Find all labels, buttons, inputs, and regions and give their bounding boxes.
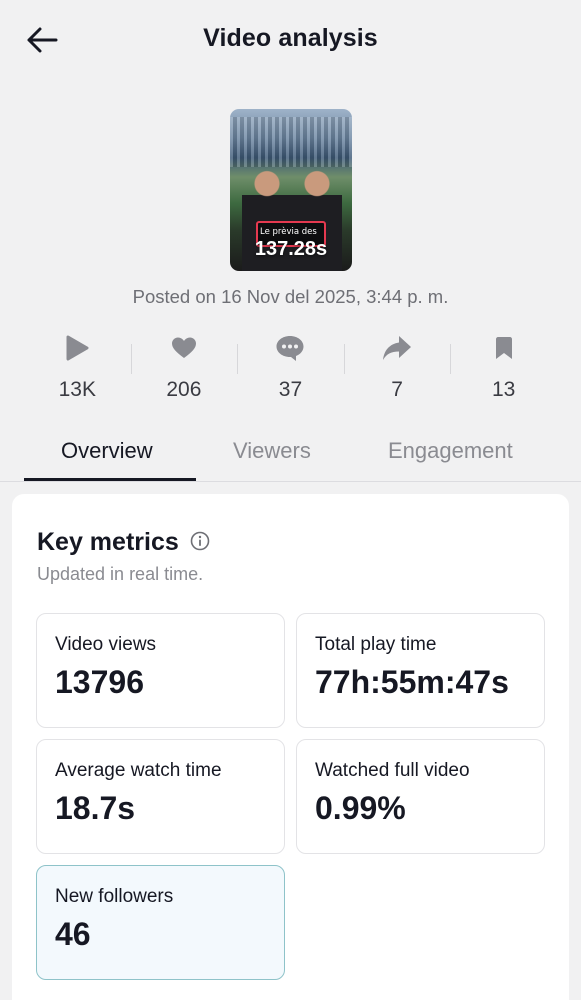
video-duration: 137.28s (254, 238, 328, 260)
heart-icon (171, 337, 196, 358)
metric-label: Watched full video (315, 760, 470, 781)
stat-likes: 206 (130, 330, 238, 410)
metric-value: 77h:55m:47s (315, 664, 509, 700)
posted-date: Posted on 16 Nov del 2025, 3:44 p. m. (132, 286, 449, 307)
page-title: Video analysis (203, 24, 378, 52)
stadium-stands (230, 117, 352, 167)
stat-comments: 37 (237, 330, 344, 410)
comment-icon (276, 336, 304, 361)
info-icon[interactable] (190, 531, 210, 551)
key-metrics-card: Key metrics Updated in real time. Video … (12, 494, 569, 1000)
metric-label: Total play time (315, 634, 437, 655)
thumbnail-caption: Le prèvia des (260, 227, 317, 237)
section-title: Key metrics (37, 528, 179, 556)
stats-row: 13K 206 37 7 13 (24, 330, 557, 410)
metric-card-new-followers[interactable]: New followers 46 (36, 865, 285, 980)
metric-label: New followers (55, 886, 174, 907)
metric-label: Video views (55, 634, 157, 655)
stat-value: 206 (166, 378, 202, 401)
header: Video analysis (0, 0, 581, 82)
stat-value: 13K (58, 378, 96, 401)
tab-engagement[interactable]: Engagement (388, 438, 513, 464)
metric-card-average-watch-time[interactable]: Average watch time 18.7s (36, 739, 285, 854)
stat-saves: 13 (450, 330, 557, 410)
metric-label: Average watch time (55, 760, 222, 781)
tab-viewers[interactable]: Viewers (233, 438, 311, 464)
metric-value: 46 (55, 916, 91, 952)
stat-plays: 13K (24, 330, 131, 410)
metric-card-video-views[interactable]: Video views 13796 (36, 613, 285, 728)
play-icon (66, 335, 89, 361)
stat-value: 13 (491, 378, 516, 401)
stat-value: 37 (278, 378, 303, 401)
video-thumbnail[interactable]: Le prèvia des 137.28s (230, 109, 352, 271)
stat-shares: 7 (343, 330, 451, 410)
metric-card-total-play-time[interactable]: Total play time 77h:55m:47s (296, 613, 545, 728)
metric-value: 13796 (55, 664, 144, 700)
metric-value: 0.99% (315, 790, 406, 826)
section-subtitle: Updated in real time. (37, 564, 204, 584)
tab-bar: Overview Viewers Engagement (0, 430, 581, 482)
metric-value: 18.7s (55, 790, 136, 826)
stat-value: 7 (391, 378, 403, 401)
active-tab-indicator (24, 478, 196, 481)
tab-overview[interactable]: Overview (61, 438, 153, 464)
share-icon (383, 336, 412, 360)
metric-card-watched-full-video[interactable]: Watched full video 0.99% (296, 739, 545, 854)
bookmark-icon (495, 337, 512, 359)
